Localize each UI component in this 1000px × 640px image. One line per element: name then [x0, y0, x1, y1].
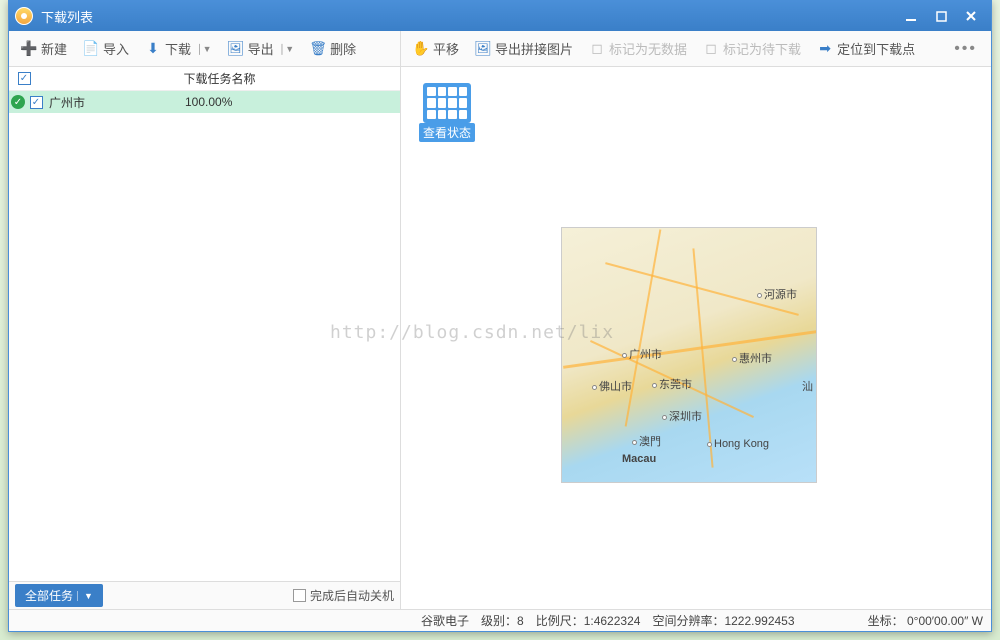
status-coord: 坐标： 0°00′00.00″ W: [868, 612, 983, 629]
city-label: 广州市: [622, 346, 662, 362]
hand-icon: ✋: [413, 41, 429, 57]
status-scale: 比例尺：1:4622324: [536, 612, 641, 629]
close-button[interactable]: [963, 8, 979, 24]
city-label: 汕: [802, 378, 813, 394]
status-level: 级别：8: [481, 612, 524, 629]
trash-icon: 🗑: [310, 41, 326, 57]
shutdown-label: 完成后自动关机: [310, 587, 394, 604]
shutdown-checkbox[interactable]: 完成后自动关机: [293, 587, 394, 604]
all-tasks-label: 全部任务: [25, 587, 73, 604]
mark-download-label: 标记为待下载: [723, 39, 801, 58]
download-button[interactable]: ⬇下载 │▼: [139, 36, 218, 61]
task-list-pane: ✓ 下载任务名称 ✓ ✓ 广州市 100.00% 全部任务 ▼ 完成后自动关机: [9, 67, 401, 609]
task-name: 广州市: [45, 94, 165, 111]
mark-icon: ◻: [589, 41, 605, 57]
task-checkbox[interactable]: ✓: [30, 96, 43, 109]
view-status-button[interactable]: 查看状态: [419, 83, 475, 142]
maximize-button[interactable]: [933, 8, 949, 24]
all-tasks-button[interactable]: 全部任务 ▼: [15, 584, 103, 607]
city-label: 东莞市: [652, 376, 692, 392]
map-tile-preview[interactable]: 广州市 佛山市 东莞市 深圳市 澳門 惠州市 河源市 Hong Kong Mac…: [561, 227, 817, 483]
status-source: 谷歌电子: [421, 612, 469, 629]
new-label: 新建: [41, 39, 67, 58]
select-all-checkbox[interactable]: ✓: [18, 72, 31, 85]
download-label: 下载: [165, 39, 191, 58]
grid-icon: [423, 83, 471, 123]
list-header: ✓ 下载任务名称: [9, 67, 400, 91]
plus-icon: ➕: [21, 41, 37, 57]
toolbar: ➕新建 📄导入 ⬇下载│▼ 🖼导出│▼ 🗑删除 ✋平移 🖼导出拼接图片 ◻标记为…: [9, 31, 991, 67]
task-progress: 100.00%: [165, 95, 400, 109]
mark-download-button: ◻标记为待下载: [697, 36, 807, 61]
locate-icon: ➡: [817, 41, 833, 57]
status-ok-icon: ✓: [11, 95, 25, 109]
locate-label: 定位到下载点: [837, 39, 915, 58]
import-button[interactable]: 📄导入: [77, 36, 135, 61]
export-icon: 🖼: [228, 41, 244, 57]
export-tile-button[interactable]: 🖼导出拼接图片: [469, 36, 579, 61]
chevron-down-icon: │▼: [197, 44, 212, 54]
map-preview-pane: 查看状态 广州市 佛山市 东莞市 深圳市 澳門 惠州市 河源市 Hong Kon…: [401, 67, 991, 609]
delete-label: 删除: [330, 39, 356, 58]
city-label: 河源市: [757, 286, 797, 302]
status-bar: 谷歌电子 级别：8 比例尺：1:4622324 空间分辨率：1222.99245…: [9, 609, 991, 631]
view-status-label: 查看状态: [419, 123, 475, 142]
city-label: 佛山市: [592, 378, 632, 394]
chevron-down-icon: │▼: [280, 44, 295, 54]
export-tile-label: 导出拼接图片: [495, 39, 573, 58]
checkbox-icon: [293, 589, 306, 602]
city-label: 惠州市: [732, 350, 772, 366]
new-button[interactable]: ➕新建: [15, 36, 73, 61]
title-bar[interactable]: 下载列表: [9, 1, 991, 31]
pan-button[interactable]: ✋平移: [407, 36, 465, 61]
locate-button[interactable]: ➡定位到下载点: [811, 36, 921, 61]
left-footer: 全部任务 ▼ 完成后自动关机: [9, 581, 400, 609]
city-label: Macau: [622, 453, 656, 465]
export-label: 导出: [248, 39, 274, 58]
delete-button[interactable]: 🗑删除: [304, 36, 362, 61]
chevron-down-icon[interactable]: ▼: [77, 591, 93, 601]
status-resolution: 空间分辨率：1222.992453: [652, 612, 794, 629]
city-label: 深圳市: [662, 408, 702, 424]
city-label: Hong Kong: [707, 438, 769, 450]
pan-label: 平移: [433, 39, 459, 58]
export-button[interactable]: 🖼导出 │▼: [222, 36, 301, 61]
import-icon: 📄: [83, 41, 99, 57]
download-window: 下载列表 ➕新建 📄导入 ⬇下载│▼ 🖼导出│▼ 🗑删除 ✋平移 🖼导出拼接图片…: [8, 0, 992, 632]
content-area: ✓ 下载任务名称 ✓ ✓ 广州市 100.00% 全部任务 ▼ 完成后自动关机 查…: [9, 67, 991, 609]
task-row[interactable]: ✓ ✓ 广州市 100.00%: [9, 91, 400, 113]
city-label: 澳門: [632, 433, 661, 449]
download-icon: ⬇: [145, 41, 161, 57]
mark-nodata-button: ◻标记为无数据: [583, 36, 693, 61]
window-title: 下载列表: [41, 7, 903, 26]
mark-nodata-label: 标记为无数据: [609, 39, 687, 58]
import-label: 导入: [103, 39, 129, 58]
image-icon: 🖼: [475, 41, 491, 57]
mark-icon: ◻: [703, 41, 719, 57]
minimize-button[interactable]: [903, 8, 919, 24]
column-name: 下载任务名称: [39, 70, 400, 87]
more-button[interactable]: •••: [946, 40, 985, 58]
app-logo-icon: [15, 7, 33, 25]
